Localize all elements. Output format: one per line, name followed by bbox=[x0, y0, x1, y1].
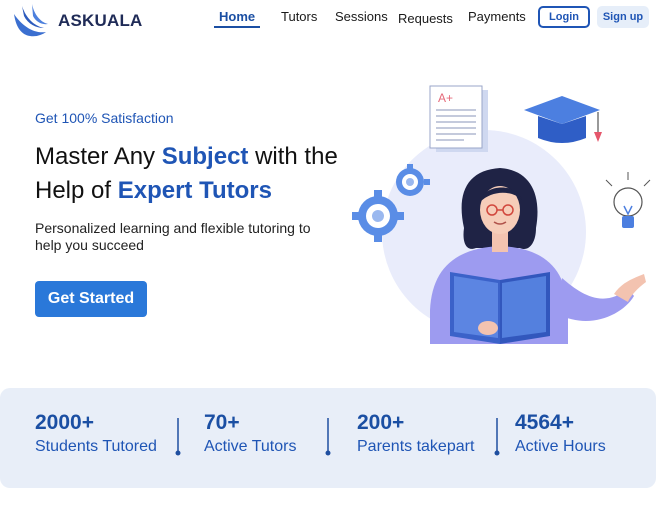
brand-logo[interactable]: ASKUALA bbox=[12, 4, 143, 38]
tutor-illustration: A+ bbox=[352, 85, 651, 344]
bird-logo-icon bbox=[14, 4, 48, 37]
stat-tutors: 70+ Active Tutors bbox=[204, 410, 296, 457]
stat-hours: 4564+ Active Hours bbox=[515, 410, 606, 457]
stat-parents: 200+ Parents takepart bbox=[357, 410, 474, 457]
login-button[interactable]: Login bbox=[538, 6, 590, 28]
graded-paper-icon: A+ bbox=[429, 85, 488, 152]
stat-label: Parents takepart bbox=[357, 438, 475, 455]
stat-divider bbox=[494, 418, 500, 456]
nav-home[interactable]: Home bbox=[219, 9, 255, 24]
headline-text-1: Master Any bbox=[35, 143, 162, 170]
stat-label: Students Tutored bbox=[35, 438, 157, 455]
nav-requests[interactable]: Requests bbox=[398, 11, 453, 26]
headline-highlight-tutors: Expert Tutors bbox=[117, 177, 272, 204]
stat-divider bbox=[175, 418, 181, 456]
brand-name: ASKUALA bbox=[58, 11, 143, 30]
stat-divider bbox=[325, 418, 331, 456]
stat-value: 200+ bbox=[357, 411, 405, 434]
stat-students: 2000+ Students Tutored bbox=[35, 410, 157, 457]
stats-bar: 2000+ Students Tutored 70+ Active Tutors… bbox=[0, 388, 656, 488]
graduation-cap-icon bbox=[524, 96, 602, 143]
paper-grade-text: A+ bbox=[438, 91, 453, 105]
nav-payments[interactable]: Payments bbox=[468, 9, 526, 24]
stat-value: 4564+ bbox=[515, 411, 574, 434]
nav-sessions[interactable]: Sessions bbox=[335, 9, 388, 24]
nav-tutors[interactable]: Tutors bbox=[281, 9, 317, 24]
get-started-button[interactable]: Get Started bbox=[35, 281, 147, 317]
signup-button[interactable]: Sign up bbox=[597, 6, 649, 28]
hero-subtext: Personalized learning and flexible tutor… bbox=[35, 220, 311, 253]
stat-value: 2000+ bbox=[35, 411, 94, 434]
hero-headline: Master Any Subject with the Help of Expe… bbox=[35, 140, 338, 208]
headline-text-2: with the bbox=[248, 143, 338, 170]
headline-text-3: Help of bbox=[35, 177, 118, 204]
hero-tagline: Get 100% Satisfaction bbox=[35, 110, 174, 126]
stat-label: Active Tutors bbox=[204, 438, 297, 455]
stat-value: 70+ bbox=[204, 411, 240, 434]
stat-label: Active Hours bbox=[515, 438, 606, 455]
lightbulb-icon bbox=[605, 172, 651, 228]
active-nav-underline bbox=[214, 26, 260, 28]
headline-highlight-subject: Subject bbox=[161, 143, 249, 170]
